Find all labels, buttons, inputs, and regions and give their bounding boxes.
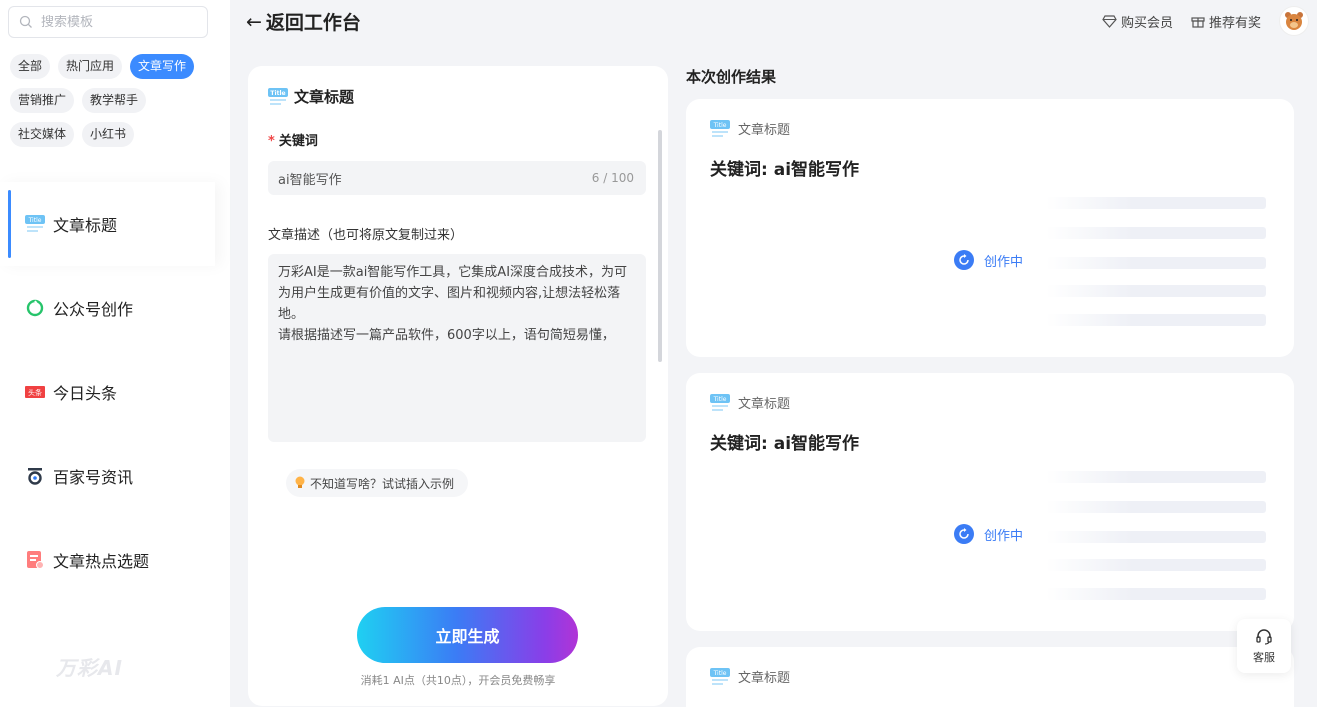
- refresh-icon: [954, 524, 974, 544]
- form-card: Title 文章标题 * 关键词 ai智能写作 6 / 100 文章描述（也可将原…: [248, 66, 668, 706]
- referral-label: 推荐有奖: [1208, 15, 1261, 31]
- form-scrollbar[interactable]: [658, 130, 662, 362]
- hot-topic-icon: [25, 550, 45, 570]
- svg-text:Title: Title: [713, 122, 727, 129]
- result-type: Title 文章标题: [710, 393, 790, 412]
- cost-note: 消耗1 AI点（共10点），开会员免费畅享: [360, 674, 556, 687]
- keyword-label: * 关键词: [268, 134, 318, 149]
- avatar[interactable]: [1279, 6, 1309, 36]
- loading-skeleton: [1046, 531, 1266, 543]
- result-keyword: 关键词: ai智能写作: [710, 160, 860, 180]
- customer-service-button[interactable]: 客服: [1237, 619, 1291, 673]
- loading-skeleton: [1046, 559, 1266, 571]
- generating-status: 创作中: [954, 250, 1023, 270]
- tag-marketing[interactable]: 营销推广: [10, 88, 75, 113]
- form-title: Title 文章标题: [268, 86, 354, 107]
- nav-item-label: 今日头条: [53, 384, 118, 403]
- nav-item-wechat[interactable]: 公众号创作: [0, 266, 215, 350]
- back-label: 返回工作台: [265, 12, 361, 34]
- results-heading: 本次创作结果: [686, 68, 777, 86]
- description-textarea[interactable]: 万彩AI是一款ai智能写作工具，它集成AI深度合成技术，为可为用户生成更有价值的…: [268, 254, 646, 442]
- nav-item-label: 文章标题: [53, 216, 118, 235]
- category-tags: 全部 热门应用 文章写作 营销推广 教学帮手 社交媒体 小红书: [10, 54, 220, 156]
- result-card: Title 文章标题 关键词: ai智能写作 创作中: [686, 373, 1294, 631]
- headset-icon: [1256, 628, 1272, 645]
- title-icon: Title: [710, 667, 730, 685]
- loading-skeleton: [1046, 314, 1266, 326]
- result-card: Title 文章标题 关键词: ai智能写作 创作中: [686, 99, 1294, 357]
- template-nav: Title 文章标题 公众号创作 头条 今日头条 百家号资讯 文章热点选题: [0, 182, 215, 602]
- result-keyword: 关键词: ai智能写作: [710, 434, 860, 454]
- title-icon: Title: [268, 87, 288, 105]
- form-title-text: 文章标题: [294, 88, 355, 106]
- tag-social-media[interactable]: 社交媒体: [10, 122, 75, 147]
- refresh-icon: [954, 250, 974, 270]
- tag-article-writing[interactable]: 文章写作: [130, 54, 195, 79]
- search-box[interactable]: [8, 6, 208, 38]
- wechat-icon: [25, 298, 45, 318]
- referral-link[interactable]: 推荐有奖: [1191, 12, 1261, 31]
- sidebar: 全部 热门应用 文章写作 营销推广 教学帮手 社交媒体 小红书 Title 文章…: [0, 0, 230, 707]
- loading-skeleton: [1046, 257, 1266, 269]
- loading-skeleton: [1046, 285, 1266, 297]
- nav-item-hot-topic[interactable]: 文章热点选题: [0, 518, 215, 602]
- tag-teaching[interactable]: 教学帮手: [82, 88, 147, 113]
- title-icon: Title: [710, 119, 730, 137]
- svg-text:Title: Title: [28, 217, 42, 224]
- back-to-workspace-button[interactable]: ← 返回工作台: [246, 8, 361, 35]
- loading-skeleton: [1046, 227, 1266, 239]
- generate-button[interactable]: 立即生成: [357, 607, 578, 663]
- nav-item-label: 文章热点选题: [53, 552, 150, 571]
- tag-xiaohongshu[interactable]: 小红书: [82, 122, 135, 147]
- loading-skeleton: [1046, 471, 1266, 483]
- lightbulb-icon: [295, 476, 305, 488]
- svg-text:Title: Title: [713, 670, 727, 677]
- loading-skeleton: [1046, 197, 1266, 209]
- tag-all[interactable]: 全部: [10, 54, 51, 79]
- insert-example-button[interactable]: 不知道写啥？试试插入示例: [286, 469, 469, 497]
- nav-item-toutiao[interactable]: 头条 今日头条: [0, 350, 215, 434]
- header-actions: 购买会员 推荐有奖: [1102, 6, 1309, 36]
- result-card: Title 文章标题: [686, 647, 1294, 707]
- toutiao-icon: 头条: [25, 382, 45, 402]
- nav-item-article-title[interactable]: Title 文章标题: [0, 182, 215, 266]
- keyword-input[interactable]: ai智能写作 6 / 100: [268, 161, 646, 195]
- nav-item-baijiahao[interactable]: 百家号资讯: [0, 434, 215, 518]
- diamond-icon: [1102, 14, 1117, 28]
- arrow-left-icon: ←: [246, 10, 262, 33]
- keyword-value[interactable]: ai智能写作: [278, 169, 342, 188]
- nav-item-label: 公众号创作: [53, 300, 134, 319]
- tag-hot-apps[interactable]: 热门应用: [58, 54, 123, 79]
- buy-vip-link[interactable]: 购买会员: [1102, 12, 1173, 31]
- svg-text:Title: Title: [270, 90, 285, 97]
- title-icon: Title: [710, 393, 730, 411]
- title-icon: Title: [25, 214, 45, 234]
- description-label: 文章描述（也可将原文复制过来）: [268, 228, 464, 243]
- loading-skeleton: [1046, 588, 1266, 600]
- buy-vip-label: 购买会员: [1120, 15, 1173, 31]
- search-icon: [19, 15, 32, 28]
- baijiahao-icon: [25, 466, 45, 486]
- search-input[interactable]: [41, 14, 201, 30]
- svg-text:Title: Title: [713, 396, 727, 403]
- customer-service-label: 客服: [1253, 650, 1275, 664]
- gift-icon: [1191, 17, 1205, 28]
- brand-logo: 万彩AI: [56, 656, 123, 680]
- loading-skeleton: [1046, 501, 1266, 513]
- keyword-char-count: 6 / 100: [591, 171, 634, 185]
- result-type: Title 文章标题: [710, 119, 790, 138]
- bear-avatar-icon: [1285, 12, 1303, 30]
- insert-example-label: 不知道写啥？试试插入示例: [310, 476, 455, 491]
- nav-item-label: 百家号资讯: [53, 468, 134, 487]
- svg-text:头条: 头条: [28, 388, 42, 397]
- required-mark: *: [268, 134, 275, 149]
- generating-status: 创作中: [954, 524, 1023, 544]
- result-type: Title 文章标题: [710, 667, 790, 686]
